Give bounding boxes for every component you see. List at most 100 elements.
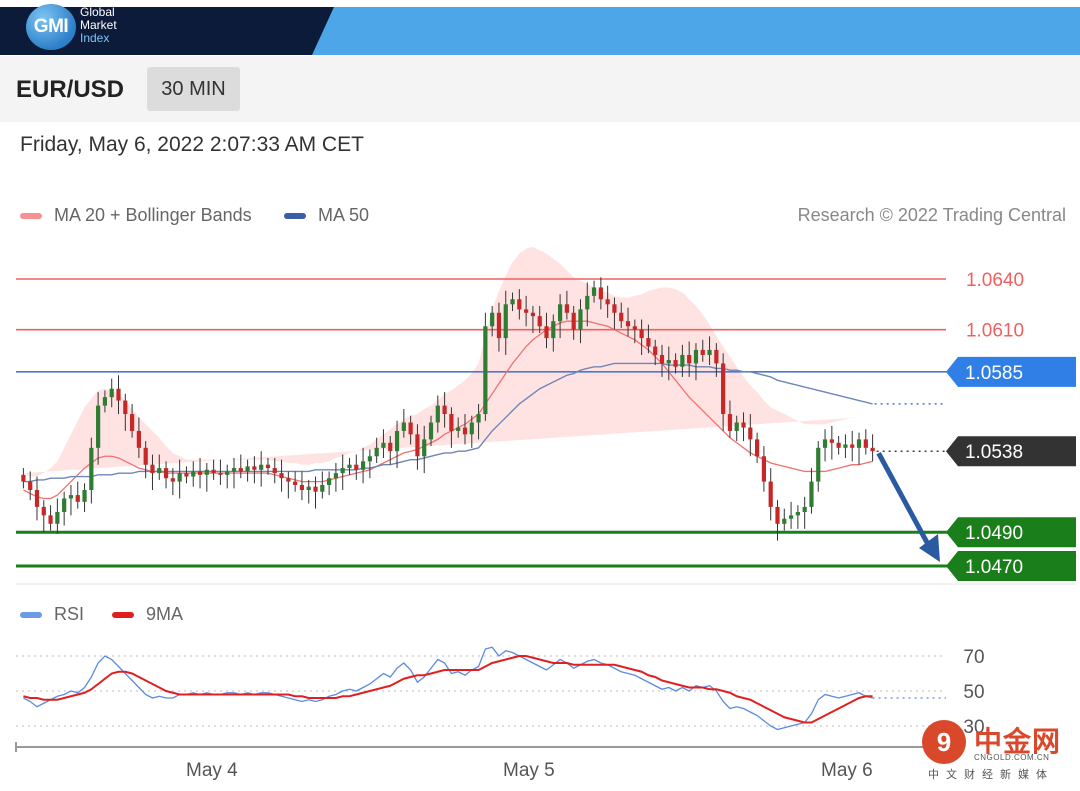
candle-body: [218, 473, 223, 475]
candle-body: [55, 511, 60, 524]
candle: [41, 500, 46, 533]
candle-body: [843, 444, 848, 448]
candle: [340, 454, 345, 491]
candle-body: [435, 405, 440, 423]
candle-body: [340, 468, 345, 474]
level-badge-1-0490: 1.0490: [946, 517, 1076, 548]
candle: [850, 430, 855, 462]
candle: [279, 459, 284, 492]
candle-body: [116, 388, 121, 401]
candle-body: [272, 468, 277, 474]
candle-body: [456, 427, 461, 431]
candle: [333, 463, 339, 492]
candle: [755, 432, 760, 464]
banner-background: [0, 7, 1080, 55]
watermark-subtitle: 中文财经新媒体: [928, 769, 1054, 781]
x-tick-may6: May 6: [821, 760, 873, 781]
candle-body: [197, 471, 203, 475]
rsi-tick-70: 70: [963, 647, 984, 668]
instrument-pair: EUR/USD: [16, 76, 125, 103]
research-credit: Research © 2022 Trading Central: [797, 205, 1066, 225]
candle-body: [401, 422, 406, 431]
candle: [21, 468, 26, 489]
candle-body: [320, 484, 325, 492]
candle-body: [496, 312, 502, 339]
rsi-chart[interactable]: 705030: [0, 634, 1080, 754]
candle-body: [856, 439, 862, 448]
candle-body: [782, 518, 787, 524]
candle-body: [659, 354, 665, 364]
logo-line-3: Index: [80, 31, 110, 45]
candle-body: [191, 471, 196, 477]
candle-body: [693, 349, 699, 364]
candle: [360, 447, 366, 484]
candle-body: [388, 442, 393, 452]
candle: [483, 312, 488, 421]
candle: [761, 446, 767, 492]
candle-body: [245, 466, 250, 472]
level-badge-text: 1.0538: [965, 442, 1023, 463]
candle-body: [551, 321, 556, 339]
candle-body: [768, 481, 773, 507]
candle-body: [21, 474, 26, 482]
rsi-line: [23, 646, 873, 731]
candle-body: [422, 439, 427, 457]
bollinger-band: [23, 246, 860, 477]
candle: [211, 459, 216, 480]
candle-body: [503, 304, 508, 339]
candle: [75, 481, 80, 509]
candle-body: [231, 468, 237, 472]
candle: [82, 483, 87, 512]
candle-body: [809, 481, 814, 507]
candle-body: [347, 464, 352, 469]
price-chart[interactable]: 1.0640 1.0610 1.0585 1.0538 1.0490 1.0470: [0, 232, 1080, 632]
candle-body: [75, 495, 80, 502]
candle-body: [850, 444, 855, 448]
candle-body: [354, 464, 359, 470]
candle: [354, 454, 359, 480]
instrument-bar: EUR/USD 30 MIN: [0, 56, 1080, 122]
legend-ma20-label: MA 20 + Bollinger Bands: [54, 205, 252, 225]
ma20-swatch-icon: [20, 212, 42, 219]
candle-body: [360, 461, 366, 470]
level-badge-text: 1.0490: [965, 523, 1023, 544]
candle-body: [469, 422, 474, 435]
candle-body: [483, 326, 488, 415]
rsi-swatch-icon: [20, 611, 42, 618]
candle-body: [714, 349, 719, 364]
rsi-tick-50: 50: [963, 682, 984, 703]
legend-ma50-label: MA 50: [318, 205, 370, 225]
candle-body: [829, 439, 834, 443]
candle-body: [279, 473, 284, 479]
timeframe-button[interactable]: 30 MIN: [147, 67, 240, 111]
candle-body: [34, 490, 40, 507]
candle-body: [727, 414, 733, 431]
logo-wordmark: Global Market Index: [80, 6, 117, 45]
candle: [259, 451, 264, 487]
candle-body: [598, 287, 603, 300]
candle-body: [741, 422, 746, 428]
candle: [822, 429, 828, 462]
cngold-logo-icon: 9: [922, 720, 966, 764]
candle-body: [795, 511, 800, 516]
candle-body: [170, 478, 175, 482]
candle-body: [490, 312, 495, 327]
candle-body: [870, 447, 875, 452]
legend-ma50: MA 50: [284, 205, 369, 226]
candle-body: [381, 442, 386, 448]
candle-body: [510, 299, 515, 305]
candle: [286, 471, 291, 499]
legend-rsi: RSI: [20, 604, 84, 625]
candle-body: [591, 287, 597, 296]
candle-body: [374, 447, 379, 457]
x-tick-may4: May 4: [186, 760, 238, 781]
candle-body: [204, 469, 209, 475]
candle-body: [102, 397, 108, 406]
candle-body: [157, 468, 162, 474]
cngold-watermark: 9 中金网 CNGOLD.COM.CN 中文财经新媒体: [922, 718, 1072, 784]
level-label-1-0640: 1.0640: [966, 270, 1024, 291]
candle-body: [286, 478, 291, 482]
gmi-logo[interactable]: GMI: [26, 4, 76, 50]
candle: [327, 471, 332, 496]
candle: [68, 484, 74, 516]
